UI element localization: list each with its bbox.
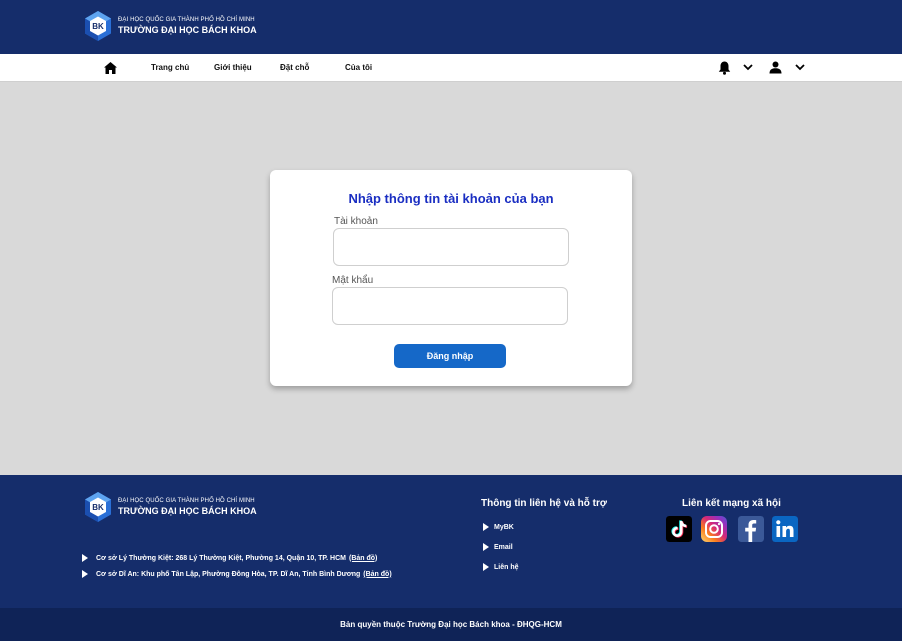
contact-title: Thông tin liên hệ và hỗ trợ	[481, 498, 607, 509]
main-nav: Trang chủ Giới thiệu Đặt chỗ Của tôi	[0, 54, 902, 82]
copyright: Bản quyền thuộc Trường Đại học Bách khoa…	[0, 608, 902, 641]
caret-right-icon	[82, 554, 88, 562]
instagram-icon[interactable]	[701, 516, 727, 542]
svg-text:BK: BK	[92, 22, 104, 31]
caret-right-icon	[483, 563, 489, 571]
social-title: Liên kết mạng xã hội	[682, 498, 781, 509]
brand-title: TRƯỜNG ĐẠI HỌC BÁCH KHOA	[118, 506, 257, 516]
caret-right-icon	[483, 523, 489, 531]
tiktok-icon[interactable]	[666, 516, 692, 542]
chevron-down-icon[interactable]	[795, 64, 805, 71]
brand-subtitle: ĐẠI HỌC QUỐC GIA THÀNH PHỐ HỒ CHÍ MINH	[118, 498, 255, 504]
contact-link-label[interactable]: Liên hệ	[494, 564, 519, 571]
address-ly-thuong-kiet: Cơ sở Lý Thường Kiệt: 268 Lý Thường Kiệt…	[82, 554, 377, 562]
bell-icon[interactable]	[718, 61, 731, 75]
contact-link-mybk[interactable]: MyBK	[483, 523, 514, 531]
contact-link-contact[interactable]: Liên hệ	[483, 563, 519, 571]
username-input[interactable]	[333, 228, 569, 266]
caret-right-icon	[483, 543, 489, 551]
password-label: Mật khẩu	[332, 275, 374, 286]
nav-item-home[interactable]: Trang chủ	[151, 63, 189, 72]
address-di-an: Cơ sở Dĩ An: Khu phố Tân Lập, Phường Đôn…	[82, 570, 392, 578]
nav-item-mine[interactable]: Của tôi	[345, 63, 372, 72]
contact-link-label[interactable]: MyBK	[494, 524, 514, 531]
facebook-icon[interactable]	[738, 516, 764, 542]
contact-link-email[interactable]: Email	[483, 543, 513, 551]
brand[interactable]: BK ĐẠI HỌC QUỐC GIA THÀNH PHỐ HỒ CHÍ MIN…	[82, 10, 257, 42]
svg-text:BK: BK	[92, 503, 104, 512]
caret-right-icon	[82, 570, 88, 578]
login-button[interactable]: Đăng nhập	[394, 344, 506, 368]
address-text: Cơ sở Dĩ An: Khu phố Tân Lập, Phường Đôn…	[96, 570, 361, 578]
contact-link-label[interactable]: Email	[494, 544, 513, 551]
chevron-down-icon[interactable]	[743, 64, 753, 71]
map-link[interactable]: (Bản đồ)	[349, 555, 377, 562]
brand-title: TRƯỜNG ĐẠI HỌC BÁCH KHOA	[118, 25, 257, 35]
university-logo-icon: BK	[85, 492, 111, 522]
address-text: Cơ sở Lý Thường Kiệt: 268 Lý Thường Kiệt…	[96, 554, 346, 562]
linkedin-icon[interactable]	[772, 516, 798, 542]
site-footer: BK ĐẠI HỌC QUỐC GIA THÀNH PHỐ HỒ CHÍ MIN…	[0, 475, 902, 608]
map-link[interactable]: (Bản đồ)	[363, 571, 391, 578]
footer-brand[interactable]: BK ĐẠI HỌC QUỐC GIA THÀNH PHỐ HỒ CHÍ MIN…	[82, 491, 257, 523]
nav-item-booking[interactable]: Đặt chỗ	[280, 63, 309, 72]
username-label: Tài khoản	[334, 216, 378, 227]
university-logo-icon: BK	[85, 11, 111, 41]
brand-subtitle: ĐẠI HỌC QUỐC GIA THÀNH PHỐ HỒ CHÍ MINH	[118, 17, 255, 23]
login-title: Nhập thông tin tài khoản của bạn	[348, 191, 554, 206]
password-input[interactable]	[332, 287, 568, 325]
site-header: BK ĐẠI HỌC QUỐC GIA THÀNH PHỐ HỒ CHÍ MIN…	[0, 0, 902, 54]
nav-item-about[interactable]: Giới thiệu	[214, 63, 252, 72]
login-card: Nhập thông tin tài khoản của bạn Tài kho…	[270, 170, 632, 386]
home-icon[interactable]	[104, 62, 117, 74]
user-icon[interactable]	[769, 61, 782, 74]
